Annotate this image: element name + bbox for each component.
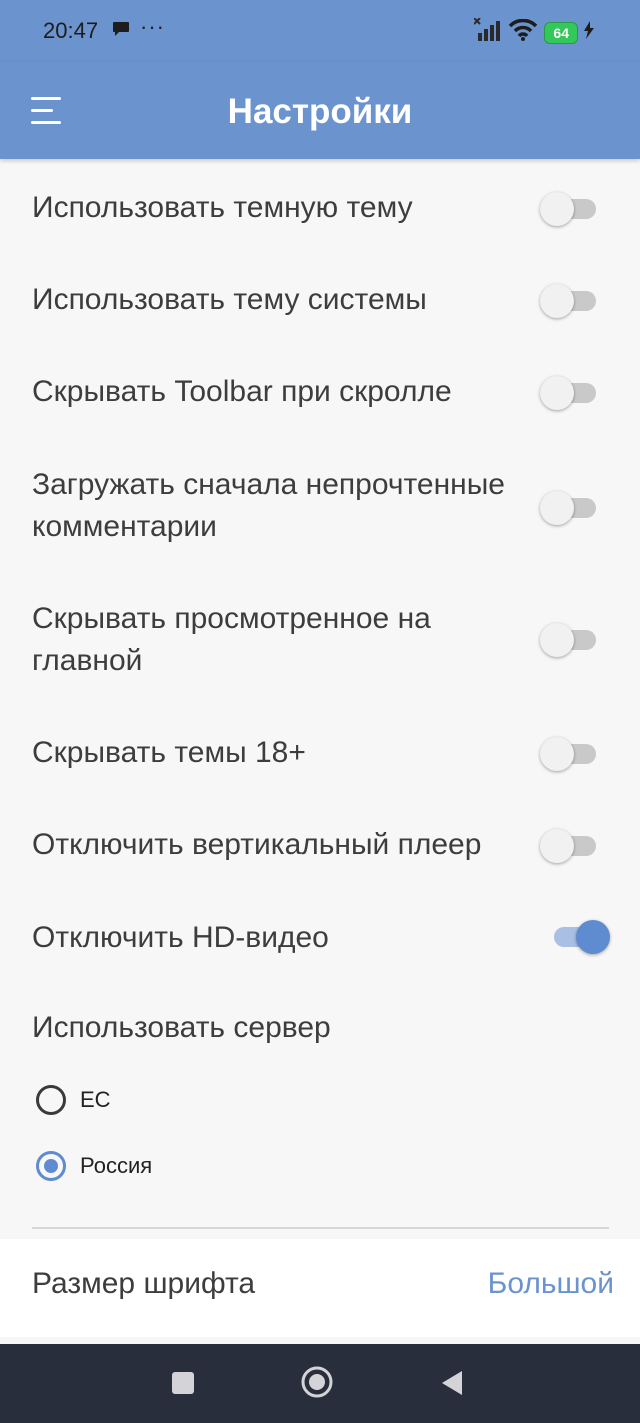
unread-comments-toggle[interactable] <box>540 490 596 525</box>
setting-label: Использовать тему системы <box>32 283 427 316</box>
hide-viewed-toggle[interactable] <box>540 622 596 657</box>
status-time: 20:47 <box>43 18 99 43</box>
page-title: Настройки <box>227 92 413 131</box>
setting-label: Использовать темную тему <box>32 191 413 224</box>
dark-theme-toggle[interactable] <box>540 191 596 226</box>
wifi-icon <box>508 18 538 46</box>
divider <box>32 1227 609 1229</box>
radio-button[interactable] <box>36 1151 66 1181</box>
hide-18plus-toggle[interactable] <box>540 736 596 771</box>
cellular-signal-icon <box>473 17 502 47</box>
status-icons: 64 <box>473 17 594 47</box>
setting-label: Загружать сначала непрочтенные комментар… <box>32 468 505 543</box>
font-size-label: Размер шрифта <box>32 1267 256 1300</box>
setting-label: Скрывать Toolbar при скролле <box>32 375 452 408</box>
system-theme-toggle[interactable] <box>540 283 596 318</box>
setting-row-hd-video[interactable]: Отключить HD-видео <box>0 917 640 959</box>
system-navigation-bar <box>0 1344 640 1423</box>
font-size-setting[interactable]: Размер шрифта Большой <box>0 1239 640 1337</box>
battery-indicator: 64 <box>544 21 578 44</box>
charging-icon <box>584 21 594 44</box>
radio-label: Россия <box>80 1153 153 1178</box>
setting-row-dark-theme[interactable]: Использовать темную тему <box>0 187 640 229</box>
setting-row-hide-toolbar[interactable]: Скрывать Toolbar при скролле <box>0 371 640 413</box>
hd-video-toggle[interactable] <box>554 919 610 954</box>
setting-row-hide-viewed[interactable]: Скрывать просмотренное на главной <box>0 598 640 682</box>
message-notification-icon <box>112 21 130 42</box>
home-button[interactable] <box>301 1366 333 1398</box>
setting-row-unread-comments[interactable]: Загружать сначала непрочтенные комментар… <box>0 464 640 548</box>
back-button[interactable] <box>440 1369 464 1397</box>
setting-label: Скрывать просмотренное на главной <box>32 602 431 677</box>
setting-label: Отключить HD-видео <box>32 921 329 954</box>
recents-button[interactable] <box>172 1372 194 1394</box>
setting-label: Скрывать темы 18+ <box>32 736 306 769</box>
radio-button[interactable] <box>36 1085 66 1115</box>
vertical-player-toggle[interactable] <box>540 828 596 863</box>
setting-label: Отключить вертикальный плеер <box>32 828 482 861</box>
setting-row-vertical-player[interactable]: Отключить вертикальный плеер <box>0 824 640 866</box>
more-notifications-icon: ··· <box>140 14 165 39</box>
radio-label: ЕС <box>80 1087 111 1112</box>
server-section-title: Использовать сервер <box>32 1011 331 1044</box>
hide-toolbar-toggle[interactable] <box>540 375 596 410</box>
font-size-value[interactable]: Большой <box>488 1267 614 1301</box>
setting-row-system-theme[interactable]: Использовать тему системы <box>0 279 640 321</box>
status-bar: 20:47 ··· 64 <box>0 0 640 62</box>
app-bar: Настройки <box>0 62 640 159</box>
setting-row-hide-18plus[interactable]: Скрывать темы 18+ <box>0 732 640 774</box>
